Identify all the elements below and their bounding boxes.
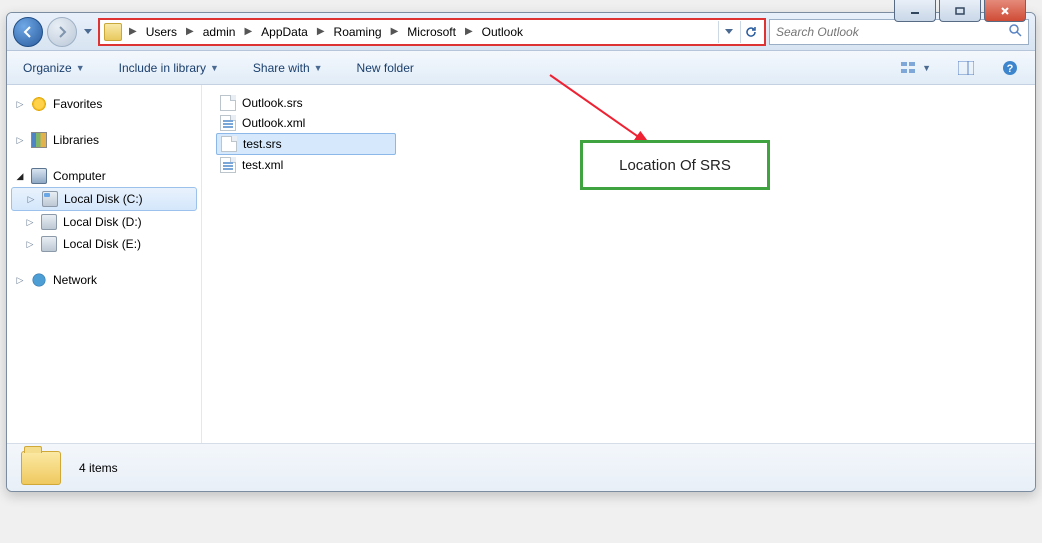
file-item[interactable]: test.srs bbox=[216, 133, 396, 155]
file-name: Outlook.srs bbox=[242, 96, 303, 110]
breadcrumb-item[interactable]: Users bbox=[140, 20, 183, 44]
expand-collapse-icon[interactable]: ▷ bbox=[15, 135, 25, 146]
search-input[interactable] bbox=[776, 25, 1004, 39]
toolbar-label: New folder bbox=[357, 61, 414, 75]
view-options-button[interactable]: ▼ bbox=[894, 55, 937, 81]
breadcrumb-item[interactable]: Roaming bbox=[328, 20, 388, 44]
chevron-right-icon[interactable]: ▶ bbox=[183, 26, 197, 37]
chevron-down-icon: ▼ bbox=[922, 63, 931, 73]
chevron-right-icon[interactable]: ▶ bbox=[126, 26, 140, 37]
toolbar-label: Organize bbox=[23, 61, 72, 75]
sidebar-item-libraries[interactable]: ▷ Libraries bbox=[7, 129, 201, 151]
navigation-pane: ▷ Favorites ▷ Libraries ◢ Computer bbox=[7, 85, 202, 443]
sidebar-label: Local Disk (D:) bbox=[63, 215, 142, 229]
file-icon bbox=[220, 95, 236, 111]
chevron-right-icon[interactable]: ▶ bbox=[388, 26, 402, 37]
network-icon bbox=[31, 272, 47, 288]
file-icon bbox=[221, 136, 237, 152]
help-icon: ? bbox=[1001, 59, 1019, 77]
folder-icon bbox=[104, 23, 122, 41]
toolbar: Organize ▼ Include in library ▼ Share wi… bbox=[7, 51, 1035, 85]
share-with-button[interactable]: Share with ▼ bbox=[247, 57, 329, 79]
include-in-library-button[interactable]: Include in library ▼ bbox=[113, 57, 225, 79]
toolbar-label: Share with bbox=[253, 61, 310, 75]
view-icon bbox=[900, 59, 918, 77]
annotation-text: Location Of SRS bbox=[619, 157, 731, 174]
computer-icon bbox=[31, 168, 47, 184]
star-icon bbox=[31, 96, 47, 112]
disk-icon bbox=[42, 191, 58, 207]
refresh-button[interactable] bbox=[740, 21, 760, 43]
chevron-down-icon: ▼ bbox=[210, 63, 219, 73]
svg-text:?: ? bbox=[1007, 63, 1014, 75]
close-button[interactable] bbox=[984, 0, 1026, 22]
explorer-body: ▷ Favorites ▷ Libraries ◢ Computer bbox=[7, 85, 1035, 443]
sidebar-item-network[interactable]: ▷ Network bbox=[7, 269, 201, 291]
address-bar[interactable]: ▶ Users ▶ admin ▶ AppData ▶ Roaming ▶ Mi… bbox=[99, 19, 765, 45]
expand-collapse-icon[interactable]: ◢ bbox=[15, 171, 25, 182]
sidebar-label: Favorites bbox=[53, 97, 102, 111]
address-dropdown[interactable] bbox=[718, 21, 738, 43]
sidebar-label: Local Disk (E:) bbox=[63, 237, 141, 251]
minimize-button[interactable] bbox=[894, 0, 936, 22]
sidebar-label: Libraries bbox=[53, 133, 99, 147]
expand-collapse-icon[interactable]: ▷ bbox=[25, 217, 35, 228]
expand-collapse-icon[interactable]: ▷ bbox=[26, 194, 36, 205]
breadcrumb-item[interactable]: Outlook bbox=[476, 20, 529, 44]
nav-history-dropdown[interactable] bbox=[81, 17, 95, 47]
sidebar-item-drive[interactable]: ▷ Local Disk (D:) bbox=[7, 211, 201, 233]
search-icon[interactable] bbox=[1008, 23, 1022, 40]
file-icon bbox=[220, 157, 236, 173]
breadcrumb-item[interactable]: Microsoft bbox=[401, 20, 462, 44]
file-name: Outlook.xml bbox=[242, 116, 305, 130]
sidebar-label: Computer bbox=[53, 169, 106, 183]
preview-pane-icon bbox=[957, 59, 975, 77]
nav-bar: ▶ Users ▶ admin ▶ AppData ▶ Roaming ▶ Mi… bbox=[7, 13, 1035, 51]
item-count-label: 4 items bbox=[79, 461, 118, 475]
search-box[interactable] bbox=[769, 19, 1029, 45]
toolbar-label: Include in library bbox=[119, 61, 206, 75]
disk-icon bbox=[41, 214, 57, 230]
help-button[interactable]: ? bbox=[995, 55, 1025, 81]
chevron-down-icon: ▼ bbox=[76, 63, 85, 73]
back-button[interactable] bbox=[13, 17, 43, 47]
disk-icon bbox=[41, 236, 57, 252]
status-bar: 4 items bbox=[7, 443, 1035, 491]
organize-button[interactable]: Organize ▼ bbox=[17, 57, 91, 79]
file-name: test.xml bbox=[242, 158, 283, 172]
sidebar-label: Local Disk (C:) bbox=[64, 192, 143, 206]
folder-icon bbox=[21, 451, 61, 485]
sidebar-item-computer[interactable]: ◢ Computer bbox=[7, 165, 201, 187]
breadcrumb-item[interactable]: admin bbox=[197, 20, 242, 44]
annotation-callout: Location Of SRS bbox=[580, 140, 770, 190]
libraries-icon bbox=[31, 132, 47, 148]
sidebar-item-drive[interactable]: ▷ Local Disk (C:) bbox=[11, 187, 197, 211]
explorer-window: ▶ Users ▶ admin ▶ AppData ▶ Roaming ▶ Mi… bbox=[6, 12, 1036, 492]
file-item[interactable]: Outlook.srs bbox=[216, 93, 396, 113]
expand-collapse-icon[interactable]: ▷ bbox=[15, 99, 25, 110]
forward-button[interactable] bbox=[47, 17, 77, 47]
breadcrumb-item[interactable]: AppData bbox=[255, 20, 314, 44]
chevron-right-icon[interactable]: ▶ bbox=[241, 26, 255, 37]
sidebar-item-drive[interactable]: ▷ Local Disk (E:) bbox=[7, 233, 201, 255]
sidebar-label: Network bbox=[53, 273, 97, 287]
new-folder-button[interactable]: New folder bbox=[351, 57, 420, 79]
file-icon bbox=[220, 115, 236, 131]
file-item[interactable]: Outlook.xml bbox=[216, 113, 396, 133]
expand-collapse-icon[interactable]: ▷ bbox=[25, 239, 35, 250]
sidebar-item-favorites[interactable]: ▷ Favorites bbox=[7, 93, 201, 115]
preview-pane-button[interactable] bbox=[951, 55, 981, 81]
chevron-right-icon[interactable]: ▶ bbox=[314, 26, 328, 37]
expand-collapse-icon[interactable]: ▷ bbox=[15, 275, 25, 286]
file-list-pane[interactable]: Outlook.srs Outlook.xml test.srs test.xm… bbox=[202, 85, 1035, 443]
maximize-button[interactable] bbox=[939, 0, 981, 22]
file-name: test.srs bbox=[243, 137, 282, 151]
file-item[interactable]: test.xml bbox=[216, 155, 396, 175]
chevron-down-icon: ▼ bbox=[314, 63, 323, 73]
chevron-right-icon[interactable]: ▶ bbox=[462, 26, 476, 37]
